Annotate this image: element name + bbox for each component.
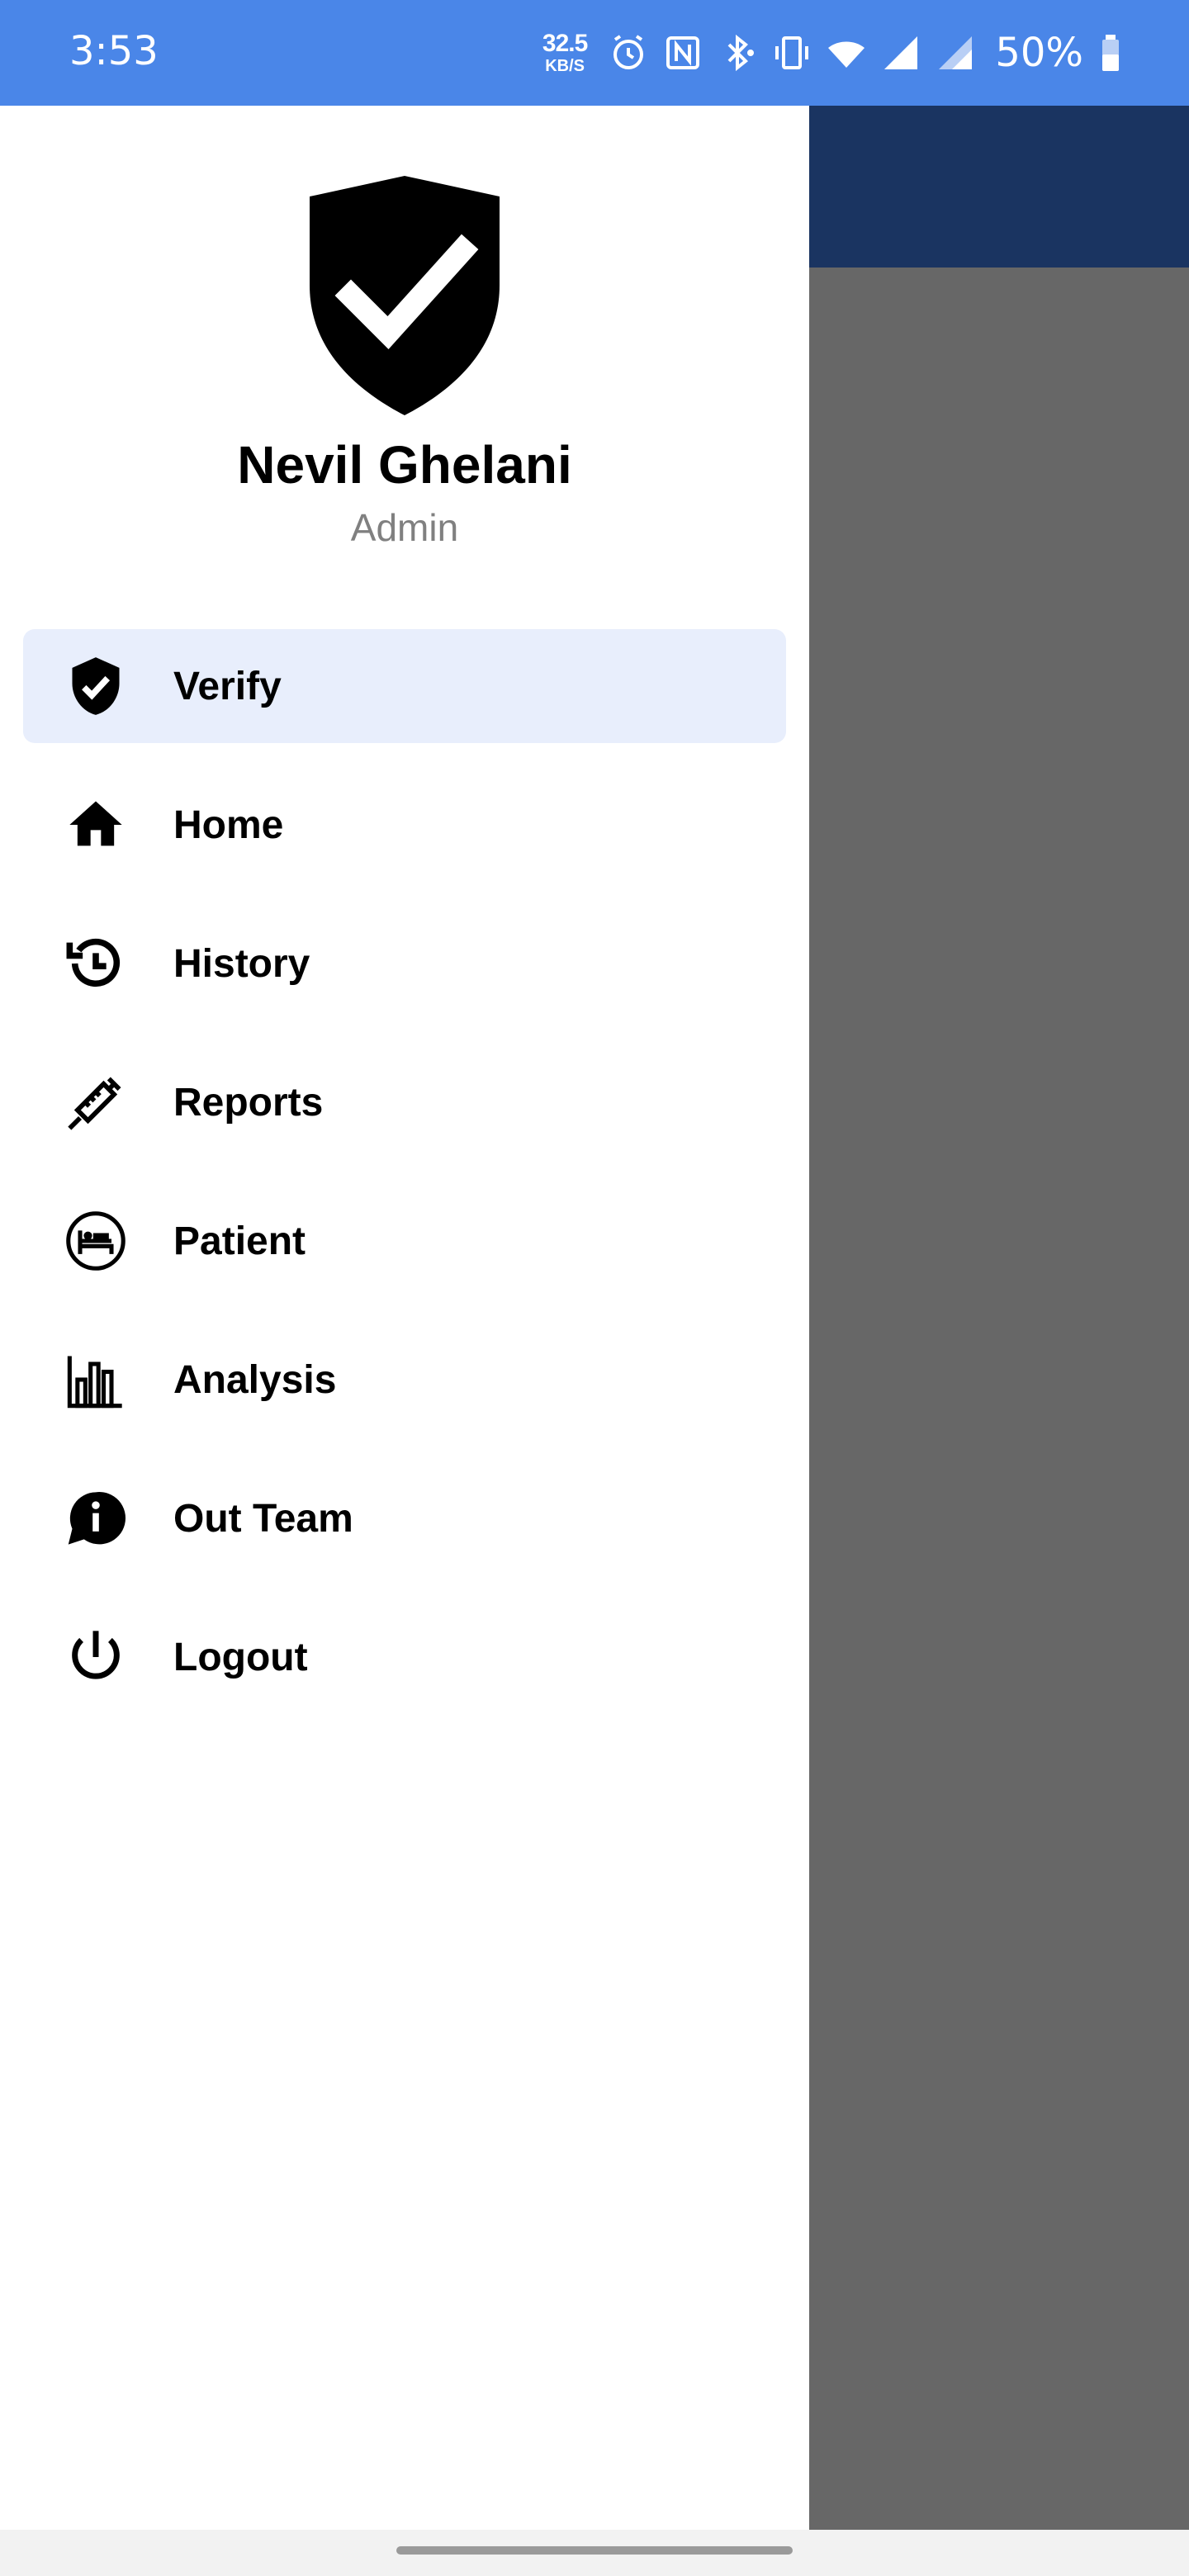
menu-item-analysis[interactable]: Analysis (23, 1323, 786, 1437)
hospital-bed-icon (63, 1208, 129, 1274)
home-handle[interactable] (396, 2546, 793, 2555)
status-time: 3:53 (69, 28, 159, 74)
menu-label-home: Home (173, 803, 284, 847)
menu-item-out-team[interactable]: Out Team (23, 1461, 786, 1575)
history-icon (63, 930, 129, 997)
vibrate-icon (775, 36, 809, 69)
verified-shield-icon (310, 176, 500, 415)
menu-label-patient: Patient (173, 1219, 306, 1263)
power-icon (63, 1624, 129, 1690)
nfc-icon (666, 36, 700, 69)
network-speed-unit: KB/S (545, 57, 585, 75)
verified-shield-icon (63, 653, 129, 719)
menu-label-logout: Logout (173, 1635, 308, 1679)
signal-2-icon (939, 36, 973, 69)
alarm-icon (613, 35, 644, 69)
bar-chart-icon (63, 1347, 129, 1413)
network-speed-value: 32.5 (542, 30, 588, 57)
status-icons: 32.5 KB/S 50% (542, 23, 1123, 83)
syringe-icon (63, 1069, 129, 1135)
menu-label-verify: Verify (173, 664, 282, 708)
user-role: Admin (350, 506, 459, 549)
battery-percent: 50% (995, 30, 1083, 76)
menu-item-verify[interactable]: Verify (23, 629, 786, 743)
info-chat-icon (63, 1485, 129, 1551)
drawer-menu: Verify Home History Reports Patient Anal… (23, 629, 786, 1739)
gesture-bar (0, 2530, 1189, 2576)
menu-label-reports: Reports (173, 1080, 324, 1125)
status-bar: 3:53 32.5 KB/S 50% (0, 0, 1189, 106)
wifi-icon (828, 41, 865, 68)
menu-item-logout[interactable]: Logout (23, 1600, 786, 1714)
menu-item-patient[interactable]: Patient (23, 1184, 786, 1298)
signal-icon (884, 36, 918, 69)
menu-item-reports[interactable]: Reports (23, 1045, 786, 1159)
user-name: Nevil Ghelani (237, 435, 572, 495)
menu-label-analysis: Analysis (173, 1357, 337, 1402)
menu-label-out-team: Out Team (173, 1496, 353, 1541)
home-icon (63, 792, 129, 858)
battery-icon (1102, 35, 1119, 71)
menu-item-history[interactable]: History (23, 907, 786, 1020)
navigation-drawer: Nevil Ghelani Admin Verify Home History (0, 106, 809, 2530)
bluetooth-icon (727, 34, 755, 72)
menu-item-home[interactable]: Home (23, 768, 786, 882)
menu-label-history: History (173, 941, 310, 986)
network-speed: 32.5 KB/S (542, 30, 588, 75)
